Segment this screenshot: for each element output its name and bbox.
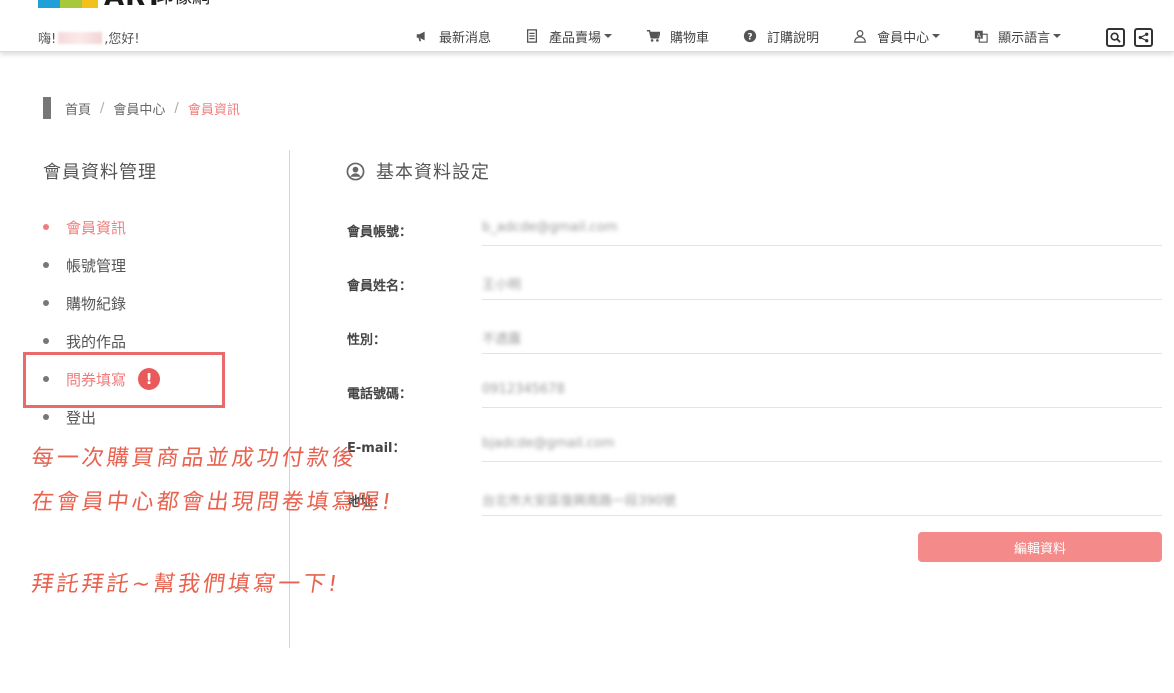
nav-language[interactable]: A 顯示語言 — [974, 27, 1062, 46]
logo-brand-sub: 印像網 — [156, 0, 210, 8]
nav-products-label: 產品賣場 — [549, 30, 602, 46]
sidebar-item-member-info[interactable]: 會員資訊 — [43, 208, 160, 246]
svg-text:?: ? — [748, 33, 753, 43]
nav-news[interactable]: 最新消息 — [415, 27, 491, 46]
edit-profile-button[interactable]: 編輯資料 — [918, 532, 1162, 562]
cart-icon — [646, 30, 661, 42]
breadcrumb-separator: / — [100, 100, 105, 116]
translate-icon: A — [974, 30, 988, 43]
logo-mark — [38, 0, 60, 8]
field-label: 會員姓名： — [347, 279, 413, 294]
bullet-icon — [43, 414, 49, 420]
annotation-line: 每一次購買商品並成功付款後 — [29, 446, 359, 471]
logo-mark — [82, 0, 98, 8]
nav-cart[interactable]: 購物車 — [646, 27, 709, 46]
field-value-redacted: 0912345678 — [482, 382, 565, 397]
user-icon — [854, 29, 866, 43]
question-circle-icon: ? — [743, 29, 757, 43]
nav-member-center[interactable]: 會員中心 — [853, 27, 941, 46]
field-account: 會員帳號： b_adcde@gmail.com — [347, 212, 1162, 266]
annotation-line: 在會員中心都會出現問卷填寫喔! — [29, 490, 396, 515]
bullet-icon — [43, 338, 49, 344]
sidebar-item-account[interactable]: 帳號管理 — [43, 246, 160, 284]
nav-news-label: 最新消息 — [439, 30, 492, 46]
breadcrumb-marker — [43, 97, 51, 119]
breadcrumb-separator: / — [174, 100, 179, 116]
field-email: E-mail： bjadcde@gmail.com — [347, 428, 1162, 482]
field-value-redacted: 王小明 — [482, 278, 522, 293]
field-value-redacted: bjadcde@gmail.com — [482, 436, 615, 451]
sidebar-item-label: 帳號管理 — [66, 256, 127, 275]
field-phone: 電話號碼： 0912345678 — [347, 374, 1162, 428]
logo-mark — [60, 0, 82, 8]
sidebar-item-label: 我的作品 — [66, 332, 127, 351]
search-icon — [1110, 32, 1121, 43]
section-title: 基本資料設定 — [346, 158, 490, 184]
logo-brand: ART — [104, 0, 164, 10]
field-value-redacted: b_adcde@gmail.com — [482, 220, 618, 235]
sidebar-item-label: 購物紀錄 — [66, 294, 127, 313]
field-name: 會員姓名： 王小明 — [347, 266, 1162, 320]
breadcrumb-home[interactable]: 首頁 — [65, 99, 91, 118]
site-header: ART 印像網 嗨! ,您好! 最新消息 產品賣場 購物車 ? 訂購說明 會員中心 — [0, 0, 1174, 52]
sidebar-item-purchase-history[interactable]: 購物紀錄 — [43, 284, 160, 322]
field-label: 性別： — [347, 333, 387, 348]
field-underline — [482, 461, 1162, 462]
breadcrumb: 首頁 / 會員中心 / 會員資訊 — [43, 97, 240, 119]
bullet-icon — [43, 224, 49, 230]
document-icon — [526, 29, 538, 43]
bullet-icon — [43, 300, 49, 306]
user-name-redacted — [58, 32, 103, 44]
sidebar-item-label: 登出 — [66, 408, 97, 427]
share-button[interactable] — [1134, 28, 1153, 47]
search-button[interactable] — [1106, 28, 1125, 47]
site-logo[interactable]: ART 印像網 — [38, 0, 218, 10]
greeting: 嗨! ,您好! — [38, 28, 140, 47]
chevron-down-icon — [604, 34, 613, 38]
field-label: 會員帳號： — [347, 225, 413, 240]
bullet-icon — [43, 262, 49, 268]
sidebar-item-label: 會員資訊 — [66, 218, 127, 237]
annotation-line: 拜託拜託~幫我們填寫一下! — [29, 572, 342, 597]
chevron-down-icon — [1053, 34, 1062, 38]
field-value-redacted: 不透露 — [482, 332, 522, 347]
section-title-text: 基本資料設定 — [376, 162, 490, 183]
sidebar-title: 會員資料管理 — [43, 162, 157, 183]
breadcrumb-member-center[interactable]: 會員中心 — [113, 99, 165, 118]
field-address: 地址： 台北市大安區復興南路一段390號 — [347, 482, 1162, 536]
bullhorn-icon — [416, 31, 425, 42]
survey-highlight-box — [23, 352, 225, 408]
greeting-suffix: ,您好! — [104, 32, 140, 47]
chevron-down-icon — [932, 34, 941, 38]
greeting-prefix: 嗨! — [38, 32, 57, 47]
nav-order-guide-label: 訂購說明 — [767, 30, 820, 46]
field-gender: 性別： 不透露 — [347, 320, 1162, 374]
field-underline — [482, 245, 1162, 246]
field-label: 電話號碼： — [347, 387, 413, 402]
nav-language-label: 顯示語言 — [998, 30, 1051, 46]
user-circle-icon — [346, 162, 365, 180]
nav-products[interactable]: 產品賣場 — [525, 27, 613, 46]
field-value-redacted: 台北市大安區復興南路一段390號 — [482, 494, 676, 509]
nav-cart-label: 購物車 — [670, 30, 710, 46]
main-nav: 最新消息 產品賣場 購物車 ? 訂購說明 會員中心 A 顯示語言 — [415, 26, 1095, 46]
field-underline — [482, 353, 1162, 354]
field-underline — [482, 299, 1162, 300]
share-icon — [1138, 32, 1149, 43]
field-underline — [482, 515, 1162, 516]
field-underline — [482, 407, 1162, 408]
nav-member-center-label: 會員中心 — [877, 30, 930, 46]
breadcrumb-current: 會員資訊 — [187, 102, 240, 118]
nav-order-guide[interactable]: ? 訂購說明 — [743, 27, 819, 46]
